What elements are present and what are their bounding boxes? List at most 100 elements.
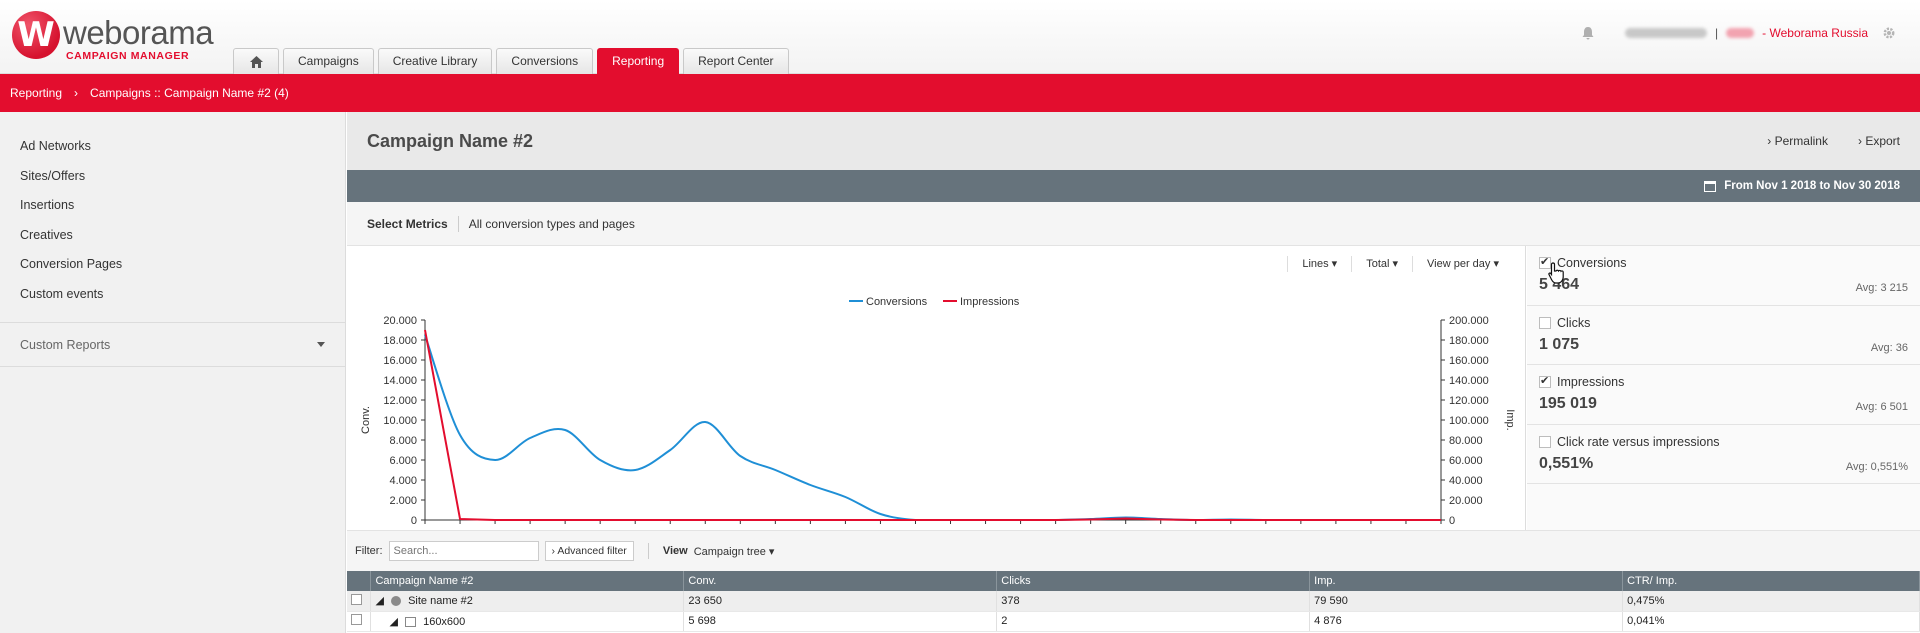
metric-value: 5 464 [1539, 276, 1580, 293]
metric-label: Impressions [1557, 375, 1625, 389]
metric-click-rate[interactable]: Click rate versus impressions 0,551% Avg… [1527, 425, 1920, 484]
metric-average: Avg: 3 215 [1855, 282, 1908, 294]
tab-report-center[interactable]: Report Center [683, 48, 789, 74]
column-header-ctr[interactable]: CTR/ Imp. [1622, 571, 1920, 591]
advanced-filter-button[interactable]: › Advanced filter [544, 541, 634, 561]
metric-checkbox[interactable] [1539, 316, 1551, 329]
expand-triangle-icon[interactable]: ◢ [375, 595, 383, 607]
metric-average: Avg: 36 [1870, 341, 1908, 354]
title-bar: Campaign Name #2 › Permalink › Export [347, 112, 1920, 170]
metric-average: Avg: 6 501 [1855, 401, 1908, 413]
y-tick-label-right: 20.000 [1449, 495, 1483, 507]
y-tick-label-right: 140.000 [1449, 375, 1489, 387]
granularity-dropdown[interactable]: View per day ▾ [1412, 256, 1513, 272]
conversion-type-filter[interactable]: All conversion types and pages [469, 217, 635, 231]
row-checkbox[interactable] [351, 593, 362, 605]
export-link[interactable]: › Export [1858, 134, 1900, 148]
filter-bar: Filter: › Advanced filter View Campaign … [347, 530, 1920, 571]
tab-conversions[interactable]: Conversions [496, 48, 594, 74]
metric-checkbox[interactable] [1539, 374, 1551, 388]
y-tick-label-left: 10.000 [383, 415, 417, 427]
search-input[interactable] [388, 541, 539, 561]
chart-type-dropdown[interactable]: Lines ▾ [1287, 256, 1351, 272]
chart-toolbar: Lines ▾ Total ▾ View per day ▾ [1287, 256, 1513, 272]
user-separator: | [1715, 26, 1719, 40]
row-conv: 5 698 [683, 611, 998, 632]
date-range-picker[interactable]: From Nov 1 2018 to Nov 30 2018 [347, 170, 1920, 202]
caret-down-icon [317, 342, 325, 347]
data-table: Campaign Name #2 Conv. Clicks Imp. CTR/ … [347, 571, 1920, 632]
sidebar-item-insertions[interactable]: Insertions [0, 191, 345, 221]
y-tick-label-right: 40.000 [1449, 475, 1483, 487]
metric-label: Click rate versus impressions [1557, 434, 1720, 449]
date-range-label: From Nov 1 2018 to Nov 30 2018 [1724, 180, 1900, 192]
tab-creative-library[interactable]: Creative Library [377, 48, 493, 74]
custom-reports-toggle[interactable]: Custom Reports [0, 323, 345, 367]
table-row[interactable]: ◢ 160x600 5 698 2 4 876 0,041% [347, 611, 1920, 632]
metrics-panel: Conversions 5 464 Avg: 3 215 Clicks 1 07… [1527, 246, 1920, 530]
legend-label: Conversions [866, 296, 928, 308]
metric-checkbox[interactable] [1539, 435, 1551, 448]
sidebar: Ad Networks Sites/Offers Insertions Crea… [0, 112, 346, 633]
select-metrics-button[interactable]: Select Metrics [367, 217, 448, 231]
filter-label: Filter: [355, 545, 383, 557]
row-clicks: 2 [996, 611, 1311, 632]
sidebar-item-sites-offers[interactable]: Sites/Offers [0, 162, 345, 192]
y-tick-label-right: 160.000 [1449, 355, 1489, 367]
column-header-clicks[interactable]: Clicks [996, 571, 1311, 591]
permalink-link[interactable]: › Permalink [1767, 134, 1828, 148]
tab-home[interactable] [233, 48, 279, 74]
breadcrumb-reporting[interactable]: Reporting [10, 86, 62, 100]
gear-icon[interactable] [1882, 26, 1896, 40]
y-tick-label-right: 120.000 [1449, 395, 1489, 407]
row-imp: 4 876 [1309, 611, 1624, 632]
y-tick-label-right: 180.000 [1449, 335, 1489, 347]
tab-campaigns[interactable]: Campaigns [283, 48, 374, 74]
breadcrumb-campaign[interactable]: Campaigns :: Campaign Name #2 (4) [90, 86, 289, 100]
metric-clicks[interactable]: Clicks 1 075 Avg: 36 [1527, 306, 1920, 365]
view-label: View [662, 545, 688, 557]
y-tick-label-left: 16.000 [383, 355, 417, 367]
banner-icon [405, 616, 417, 627]
org-name[interactable]: - Weborama Russia [1762, 26, 1868, 40]
sidebar-item-conversion-pages[interactable]: Conversion Pages [0, 250, 345, 280]
sidebar-item-creatives[interactable]: Creatives [0, 221, 345, 251]
brand-name: weborama [63, 14, 214, 51]
expand-triangle-icon[interactable]: ◢ [389, 616, 397, 628]
sidebar-item-custom-events[interactable]: Custom events [0, 280, 345, 310]
column-header-imp[interactable]: Imp. [1309, 571, 1624, 591]
brand-subtitle: CAMPAIGN MANAGER [66, 50, 190, 62]
metric-label: Clicks [1557, 315, 1591, 330]
main-nav-tabs: Campaigns Creative Library Conversions R… [233, 48, 789, 74]
filter-divider [647, 543, 649, 559]
calendar-icon [1704, 180, 1717, 192]
row-checkbox[interactable] [351, 614, 362, 625]
y-tick-label-right: 0 [1449, 515, 1455, 527]
aggregation-dropdown[interactable]: Total ▾ [1351, 256, 1412, 272]
column-header-name[interactable]: Campaign Name #2 [370, 571, 685, 591]
user-name-redacted[interactable] [1625, 28, 1708, 38]
metric-average: Avg: 0,551% [1845, 460, 1908, 473]
table-row[interactable]: ◢ Site name #2 23 650 378 79 590 0,475% [347, 591, 1920, 612]
row-clicks: 378 [996, 591, 1311, 612]
y-tick-label-left: 4.000 [389, 475, 417, 487]
metric-conversions[interactable]: Conversions 5 464 Avg: 3 215 [1527, 246, 1920, 306]
row-ctr: 0,041% [1622, 611, 1920, 632]
metric-impressions[interactable]: Impressions 195 019 Avg: 6 501 [1527, 365, 1920, 425]
sidebar-item-ad-networks[interactable]: Ad Networks [0, 132, 345, 162]
home-icon [249, 55, 263, 68]
metric-label: Conversions [1557, 256, 1627, 270]
y-tick-label-left: 14.000 [383, 375, 417, 387]
user-area: | - Weborama Russia [1581, 26, 1896, 40]
series-line-impressions [424, 329, 1441, 521]
tab-reporting[interactable]: Reporting [597, 48, 680, 74]
y-tick-label-right: 80.000 [1449, 435, 1483, 447]
weborama-logo-icon[interactable]: W [12, 11, 60, 59]
site-globe-icon [391, 596, 402, 607]
bell-icon[interactable] [1581, 26, 1595, 40]
y-axis-title-left: Conv. [360, 406, 372, 434]
y-tick-label-right: 60.000 [1449, 455, 1483, 467]
column-header-conv[interactable]: Conv. [683, 571, 998, 591]
view-dropdown[interactable]: Campaign tree ▾ [694, 545, 775, 558]
y-tick-label-left: 12.000 [383, 395, 417, 407]
